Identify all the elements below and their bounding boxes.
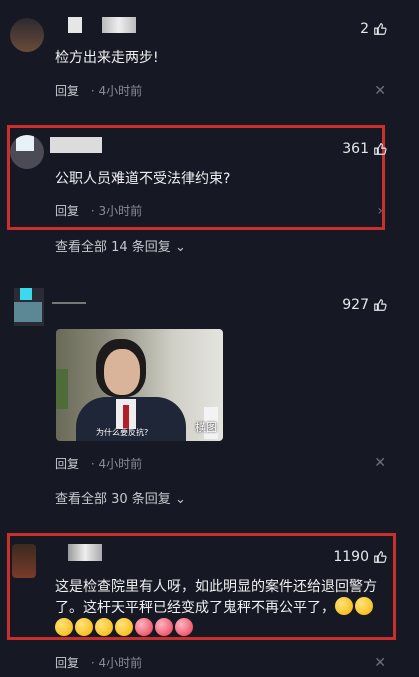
avatar[interactable] bbox=[12, 544, 36, 578]
username-redacted bbox=[50, 137, 102, 153]
thumbs-up-icon bbox=[374, 551, 387, 563]
emoji-icon bbox=[175, 618, 193, 636]
username-redacted bbox=[68, 544, 102, 561]
emoji-icon bbox=[155, 618, 173, 636]
view-all-replies[interactable]: 查看全部 30 条回复 ⌄ bbox=[55, 488, 186, 507]
timestamp: 4小时前 bbox=[98, 84, 143, 98]
emoji-icon bbox=[355, 597, 373, 615]
comment-meta: 回复 · 4小时前 bbox=[55, 84, 143, 98]
like-button[interactable]: 361 bbox=[342, 141, 387, 157]
thumbs-up-icon bbox=[374, 23, 387, 35]
image-caption: 为什么要反抗? bbox=[96, 428, 149, 437]
chevron-right-icon: › bbox=[377, 203, 383, 219]
reply-button[interactable]: 回复 bbox=[55, 457, 79, 471]
reply-button[interactable]: 回复 bbox=[55, 84, 79, 98]
image-tag: 横图 bbox=[195, 421, 217, 434]
reply-button[interactable]: 回复 bbox=[55, 656, 79, 670]
like-button[interactable]: 927 bbox=[342, 297, 387, 313]
emoji-icon bbox=[115, 618, 133, 636]
comment-image[interactable]: 为什么要反抗? 横图 bbox=[56, 329, 223, 441]
comment-meta: 回复 · 4小时前 bbox=[55, 457, 143, 471]
thumbs-up-icon bbox=[374, 143, 387, 155]
close-icon[interactable]: ✕ bbox=[374, 83, 386, 99]
like-count: 927 bbox=[342, 297, 369, 313]
emoji-icon bbox=[135, 618, 153, 636]
emoji-icon bbox=[75, 618, 93, 636]
close-icon[interactable]: ✕ bbox=[374, 455, 386, 471]
timestamp: 3小时前 bbox=[98, 204, 143, 218]
comment-text: 公职人员难道不受法律约束? bbox=[55, 171, 231, 187]
comment-text: 检方出来走两步! bbox=[55, 50, 159, 66]
comment-meta: 回复 · 4小时前 bbox=[55, 656, 143, 670]
like-button[interactable]: 2 bbox=[360, 21, 387, 37]
chevron-down-icon: ⌄ bbox=[174, 240, 186, 255]
avatar[interactable] bbox=[10, 18, 44, 52]
emoji-icon bbox=[335, 597, 353, 615]
like-button[interactable]: 1190 bbox=[333, 549, 387, 565]
username-redacted bbox=[68, 17, 82, 33]
emoji-icon bbox=[95, 618, 113, 636]
close-icon[interactable]: ✕ bbox=[374, 655, 386, 671]
avatar[interactable] bbox=[10, 135, 44, 169]
emoji-icon bbox=[55, 618, 73, 636]
like-count: 2 bbox=[360, 21, 369, 37]
like-count: 361 bbox=[342, 141, 369, 157]
comment-text: 这是检查院里有人呀，如此明显的案件还给退回警方了。这杆天平秤已经变成了鬼秤不再公… bbox=[55, 577, 377, 639]
thumbs-up-icon bbox=[374, 299, 387, 311]
like-count: 1190 bbox=[333, 549, 369, 565]
username-redacted bbox=[52, 302, 86, 304]
username-redacted bbox=[102, 17, 136, 33]
avatar[interactable] bbox=[14, 288, 44, 326]
reply-button[interactable]: 回复 bbox=[55, 204, 79, 218]
comment-meta: 回复 · 3小时前 bbox=[55, 204, 143, 218]
timestamp: 4小时前 bbox=[98, 457, 143, 471]
timestamp: 4小时前 bbox=[98, 656, 143, 670]
chevron-down-icon: ⌄ bbox=[174, 492, 186, 507]
view-all-replies[interactable]: 查看全部 14 条回复 ⌄ bbox=[55, 236, 186, 255]
